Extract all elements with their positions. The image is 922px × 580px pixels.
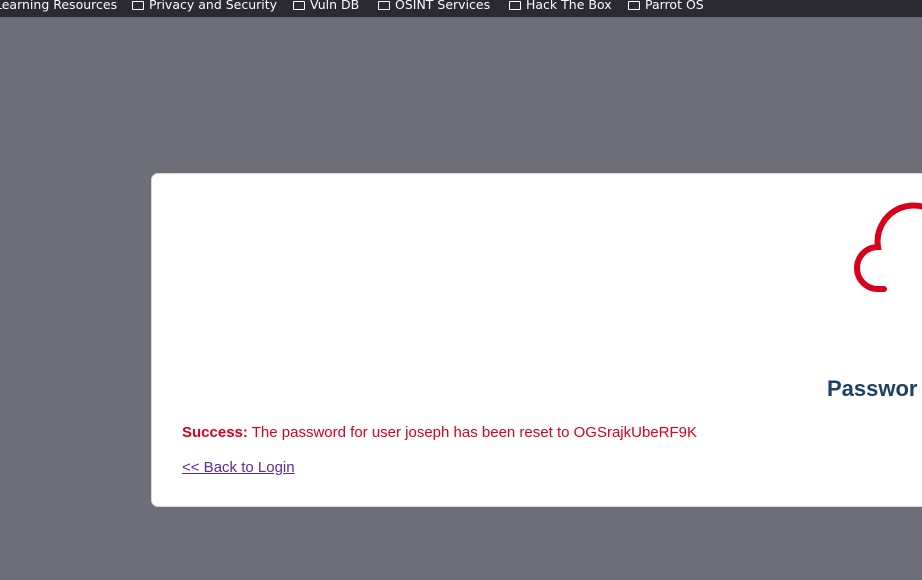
- bookmark-label: Learning Resources: [0, 0, 118, 12]
- folder-icon: [293, 1, 305, 10]
- cloud-icon: [854, 202, 922, 292]
- bookmark-vuln-db[interactable]: Vuln DB: [293, 0, 359, 13]
- bookmark-learning-resources[interactable]: Learning Resources: [0, 0, 117, 13]
- bookmark-osint-services[interactable]: OSINT Services: [378, 0, 490, 13]
- folder-icon: [132, 1, 144, 10]
- bookmark-label: Hack The Box: [526, 0, 612, 12]
- bookmarks-toolbar: Learning Resources Privacy and Security …: [0, 0, 922, 17]
- bookmark-privacy-and-security[interactable]: Privacy and Security: [132, 0, 277, 13]
- back-to-login-link[interactable]: << Back to Login: [182, 459, 295, 476]
- bookmark-label: OSINT Services: [395, 0, 491, 12]
- bookmark-label: Parrot OS: [645, 0, 704, 12]
- bookmark-label: Vuln DB: [310, 0, 360, 12]
- bookmark-label: Privacy and Security: [149, 0, 278, 12]
- folder-icon: [509, 1, 521, 10]
- status-text: The password for user joseph has been re…: [247, 424, 697, 441]
- folder-icon: [378, 1, 390, 10]
- password-reset-card: Passwor Success: The password for user j…: [151, 173, 922, 507]
- status-label: Success:: [182, 424, 248, 441]
- status-message: Success: The password for user joseph ha…: [182, 424, 697, 441]
- bookmark-parrot-os[interactable]: Parrot OS: [628, 0, 704, 13]
- bookmark-hack-the-box[interactable]: Hack The Box: [509, 0, 612, 13]
- folder-icon: [628, 1, 640, 10]
- page-title: Passwor: [827, 376, 918, 401]
